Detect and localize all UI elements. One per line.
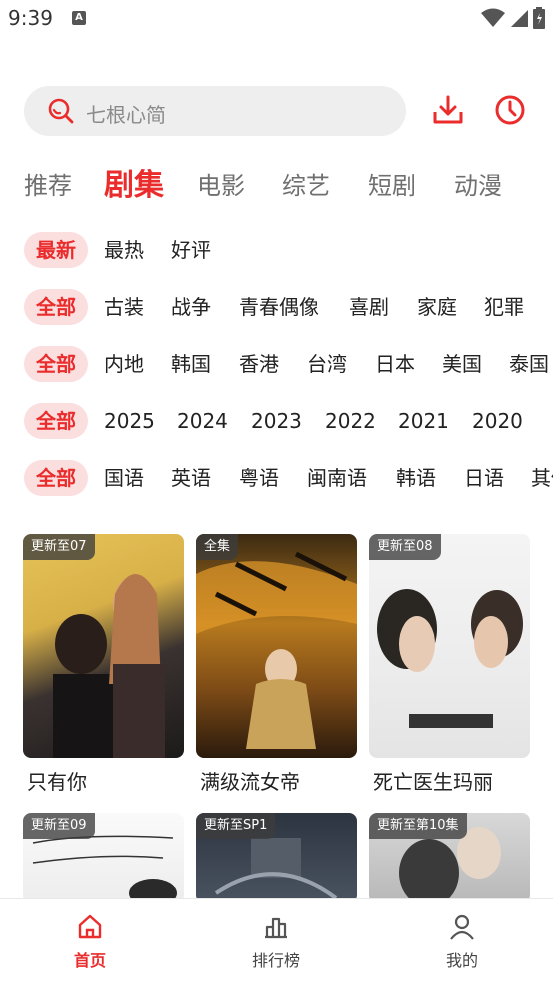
filter-row-sort: 最新 最热 好评 xyxy=(24,232,553,268)
poster-image xyxy=(196,534,357,758)
download-icon[interactable] xyxy=(432,94,464,126)
filter-chip-top-rated[interactable]: 好评 xyxy=(159,232,223,268)
tab-recommend[interactable]: 推荐 xyxy=(24,166,72,201)
nav-ranking[interactable]: 排行榜 xyxy=(226,913,326,971)
filter-chip-all[interactable]: 全部 xyxy=(24,346,88,382)
notification-icon: A xyxy=(72,11,86,25)
filter-chip[interactable]: 国语 xyxy=(92,460,156,496)
tab-variety[interactable]: 综艺 xyxy=(282,166,330,201)
episode-badge: 更新至第10集 xyxy=(369,813,467,839)
nav-ranking-label: 排行榜 xyxy=(251,951,300,970)
filter-chip[interactable]: 韩国 xyxy=(159,346,223,382)
filter-chip[interactable]: 英语 xyxy=(159,460,223,496)
filter-chip[interactable]: 日语 xyxy=(452,460,516,496)
history-clock-icon[interactable] xyxy=(494,94,526,126)
home-icon xyxy=(78,914,102,939)
filter-chip[interactable]: 粤语 xyxy=(227,460,291,496)
filter-chip[interactable]: 香港 xyxy=(227,346,291,382)
tab-short-drama[interactable]: 短剧 xyxy=(368,166,416,201)
episode-badge: 全集 xyxy=(196,534,239,560)
search-bar[interactable]: 七根心简 xyxy=(24,86,406,136)
card-title: 满级流女帝 xyxy=(200,770,300,794)
signal-icon xyxy=(511,10,528,27)
filter-chip[interactable]: 青春偶像 xyxy=(227,289,331,325)
filter-chip[interactable]: 韩语 xyxy=(384,460,448,496)
nav-profile-label: 我的 xyxy=(445,951,478,970)
filter-chip-all[interactable]: 全部 xyxy=(24,289,88,325)
bottom-navigation: 首页 排行榜 我的 xyxy=(0,898,553,985)
filter-chip[interactable]: 台湾 xyxy=(295,346,359,382)
filter-chip[interactable]: 闽南语 xyxy=(295,460,379,496)
filter-chip[interactable]: 2023 xyxy=(239,403,314,439)
filter-chip-all[interactable]: 全部 xyxy=(24,460,88,496)
episode-badge: 更新至08 xyxy=(369,534,441,560)
filter-chip[interactable]: 2022 xyxy=(313,403,388,439)
filter-chip-all[interactable]: 全部 xyxy=(24,403,88,439)
episode-badge: 更新至09 xyxy=(23,813,95,839)
filter-chip[interactable]: 内地 xyxy=(92,346,156,382)
filter-chip[interactable]: 2021 xyxy=(386,403,461,439)
ranking-icon xyxy=(265,917,287,939)
filter-row-year: 全部 2025 2024 2023 2022 2021 2020 xyxy=(24,403,553,439)
poster-image xyxy=(23,534,184,758)
card-title: 死亡医生玛丽 xyxy=(373,770,493,794)
profile-icon xyxy=(450,914,474,940)
search-icon xyxy=(48,98,74,124)
status-bar: 9:39 A xyxy=(0,0,553,40)
filter-row-genre: 全部 古装 战争 青春偶像 喜剧 家庭 犯罪 xyxy=(24,289,553,325)
tab-anime[interactable]: 动漫 xyxy=(454,166,502,201)
filter-chip-hottest[interactable]: 最热 xyxy=(92,232,156,268)
status-time: 9:39 xyxy=(8,6,53,30)
filter-row-region: 全部 内地 韩国 香港 台湾 日本 美国 泰国 xyxy=(24,346,553,382)
filter-chip[interactable]: 日本 xyxy=(363,346,427,382)
filter-chip[interactable]: 2024 xyxy=(165,403,240,439)
filter-chip[interactable]: 美国 xyxy=(430,346,494,382)
filter-chip[interactable]: 家庭 xyxy=(405,289,469,325)
filter-chip[interactable]: 2025 xyxy=(92,403,167,439)
filter-chip[interactable]: 犯罪 xyxy=(472,289,536,325)
filter-chip-latest[interactable]: 最新 xyxy=(24,232,88,268)
wifi-icon xyxy=(481,8,505,27)
tab-series[interactable]: 剧集 xyxy=(104,160,164,204)
episode-badge: 更新至07 xyxy=(23,534,95,560)
filter-chip[interactable]: 2020 xyxy=(460,403,535,439)
nav-home-label: 首页 xyxy=(73,951,106,970)
tab-movies[interactable]: 电影 xyxy=(197,166,245,201)
filter-chip[interactable]: 战争 xyxy=(159,289,223,325)
poster-image xyxy=(369,534,530,758)
filter-chip[interactable]: 古装 xyxy=(92,289,156,325)
episode-badge: 更新至SP1 xyxy=(196,813,276,839)
card-title: 只有你 xyxy=(27,770,87,794)
filter-row-language: 全部 国语 英语 粤语 闽南语 韩语 日语 其他 xyxy=(24,460,553,496)
nav-profile[interactable]: 我的 xyxy=(412,913,512,971)
battery-icon xyxy=(533,7,545,29)
nav-home[interactable]: 首页 xyxy=(40,913,140,971)
search-placeholder: 七根心简 xyxy=(86,103,166,127)
filter-chip[interactable]: 喜剧 xyxy=(337,289,401,325)
filter-chip[interactable]: 泰国 xyxy=(497,346,553,382)
filter-chip[interactable]: 其他 xyxy=(519,460,553,496)
